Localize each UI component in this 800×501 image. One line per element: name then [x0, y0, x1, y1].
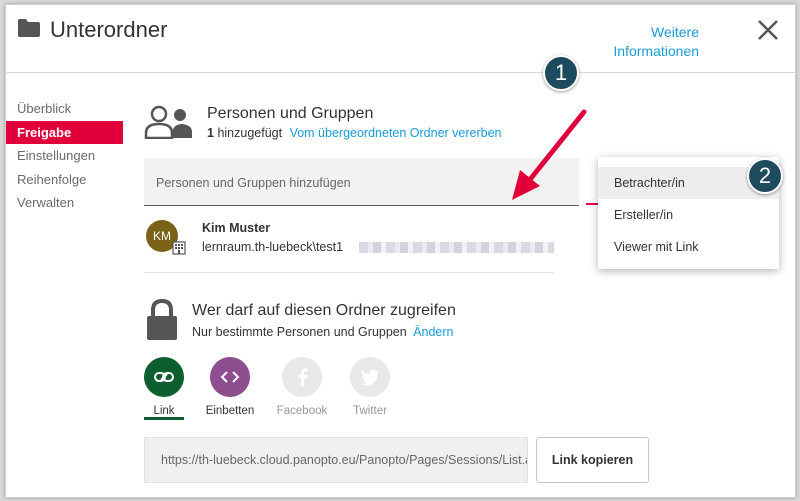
- callout-badge-1: 1: [543, 55, 579, 91]
- close-icon[interactable]: [755, 17, 781, 43]
- lock-icon: [146, 298, 178, 346]
- share-link-field[interactable]: https://th-luebeck.cloud.panopto.eu/Pano…: [144, 437, 528, 483]
- user-path: lernraum.th-luebeck\test1: [202, 240, 344, 254]
- access-subtitle: Nur bestimmte Personen und Gruppen Änder…: [192, 325, 454, 339]
- role-option-viewer-link[interactable]: Viewer mit Link: [598, 231, 779, 263]
- share-option-link[interactable]: Link: [136, 357, 192, 417]
- more-info-link[interactable]: Weitere Informationen: [579, 23, 699, 61]
- dialog-header: Unterordner Weitere Informationen: [6, 5, 795, 73]
- people-section-title: Personen und Gruppen: [207, 105, 374, 122]
- selected-share-indicator: [144, 417, 184, 420]
- facebook-icon: [282, 357, 322, 397]
- share-label-embed: Einbetten: [205, 405, 255, 417]
- sidebar-item-ueberblick[interactable]: Überblick: [6, 97, 123, 121]
- dialog-title: Unterordner: [50, 17, 168, 42]
- callout-badge-2: 2: [747, 158, 783, 194]
- sidebar-item-reihenfolge[interactable]: Reihenfolge: [6, 168, 123, 192]
- role-option-ersteller[interactable]: Ersteller/in: [598, 199, 779, 231]
- inherit-link[interactable]: Vom übergeordneten Ordner vererben: [290, 126, 502, 140]
- copy-link-button[interactable]: Link kopieren: [536, 437, 649, 483]
- people-icon: [144, 105, 194, 144]
- sidebar-item-freigabe[interactable]: Freigabe: [6, 120, 123, 144]
- folder-icon: [18, 19, 40, 42]
- share-label-twitter: Twitter: [353, 405, 387, 417]
- people-added-text: hinzugefügt: [217, 126, 283, 140]
- building-icon: [172, 241, 186, 260]
- share-label-facebook: Facebook: [276, 405, 328, 417]
- link-icon: [144, 357, 184, 397]
- share-option-embed[interactable]: Einbetten: [202, 357, 258, 417]
- share-dialog: Unterordner Weitere Informationen Überbl…: [5, 4, 796, 498]
- embed-icon: [210, 357, 250, 397]
- people-count: 1: [207, 126, 214, 140]
- user-name: Kim Muster: [202, 221, 271, 235]
- sidebar-item-verwalten[interactable]: Verwalten: [6, 191, 123, 215]
- share-option-facebook[interactable]: Facebook: [274, 357, 330, 417]
- change-access-link[interactable]: Ändern: [413, 325, 453, 339]
- sidebar-item-einstellungen[interactable]: Einstellungen: [6, 144, 123, 168]
- share-label-link: Link: [153, 405, 175, 417]
- share-option-twitter[interactable]: Twitter: [342, 357, 398, 417]
- blurred-text: [359, 242, 554, 253]
- sidebar-nav: Überblick Freigabe Einstellungen Reihenf…: [6, 97, 123, 215]
- access-mode-text: Nur bestimmte Personen und Gruppen: [192, 325, 407, 339]
- user-row: KM Kim Muster lernraum.th-luebeck\test1: [144, 213, 554, 273]
- annotation-arrow: [512, 109, 587, 200]
- people-subtitle: 1 hinzugefügt Vom übergeordneten Ordner …: [207, 126, 502, 140]
- twitter-icon: [350, 357, 390, 397]
- access-section-title: Wer darf auf diesen Ordner zugreifen: [192, 302, 456, 319]
